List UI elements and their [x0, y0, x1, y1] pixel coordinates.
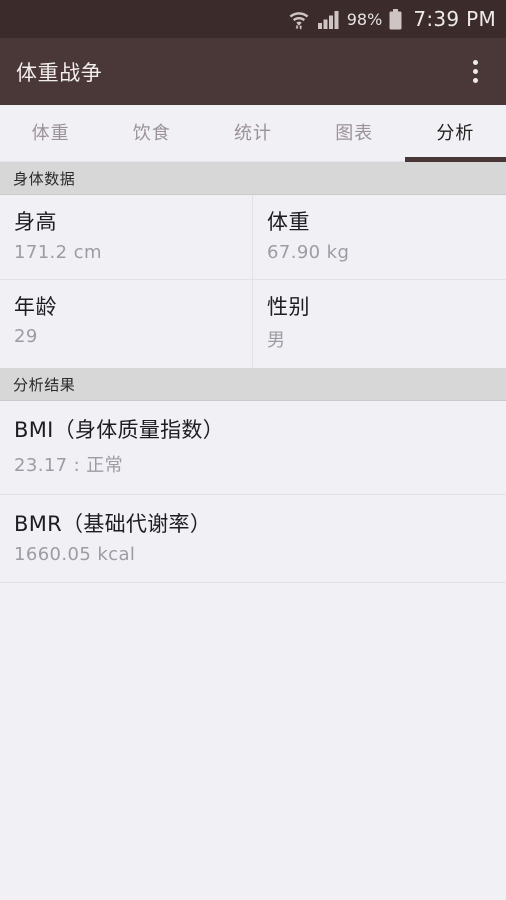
- tab-bar: 体重 饮食 统计 图表 分析: [0, 105, 506, 162]
- result-bmr-title: BMR（基础代谢率）: [14, 511, 212, 536]
- field-age[interactable]: 年龄 29: [0, 279, 253, 369]
- list-end-divider: [0, 582, 506, 584]
- battery-full-icon: [389, 8, 402, 30]
- field-height-label: 身高: [14, 210, 57, 234]
- field-gender-value: 男: [267, 330, 286, 352]
- wifi-with-transfer-arrows-icon: [287, 8, 311, 30]
- tab-analysis[interactable]: 分析: [404, 105, 506, 162]
- tab-charts[interactable]: 图表: [304, 105, 405, 162]
- tab-diet[interactable]: 饮食: [101, 105, 202, 162]
- section-header-analysis-results: 分析结果: [0, 368, 506, 402]
- tab-statistics[interactable]: 统计: [202, 105, 303, 162]
- app-screen: 98% 7:39 PM 体重战争 体重 饮食 统计 图表 分析 身体数据 身高 …: [0, 0, 506, 900]
- battery-percent-label: 98%: [346, 9, 383, 29]
- field-height-value: 171.2 cm: [14, 241, 102, 263]
- status-bar: 98% 7:39 PM: [0, 0, 506, 38]
- app-bar: 体重战争: [0, 38, 506, 105]
- field-weight[interactable]: 体重 67.90 kg: [253, 195, 506, 279]
- field-weight-label: 体重: [267, 210, 310, 234]
- tab-weight[interactable]: 体重: [0, 105, 101, 162]
- body-data-row-2: 年龄 29 性别 男: [0, 278, 506, 369]
- field-weight-value: 67.90 kg: [267, 241, 350, 263]
- page-title: 体重战争: [16, 60, 103, 85]
- tab-bar-divider: [0, 161, 506, 162]
- cellular-signal-icon: [317, 10, 340, 29]
- result-row-bmi[interactable]: BMI（身体质量指数） 23.17 : 正常: [0, 401, 506, 494]
- field-age-label: 年龄: [14, 294, 57, 319]
- field-gender-label: 性别: [267, 294, 310, 319]
- field-height[interactable]: 身高 171.2 cm: [0, 195, 253, 279]
- result-bmi-title: BMI（身体质量指数）: [14, 418, 225, 443]
- result-bmr-value: 1660.05 kcal: [14, 544, 136, 566]
- overflow-menu-icon[interactable]: [458, 52, 492, 92]
- clock-label: 7:39 PM: [413, 7, 496, 31]
- field-gender[interactable]: 性别 男: [253, 280, 506, 369]
- section-header-body-data: 身体数据: [0, 162, 506, 195]
- field-age-value: 29: [14, 326, 38, 348]
- result-row-bmr[interactable]: BMR（基础代谢率） 1660.05 kcal: [0, 493, 506, 583]
- body-data-row-1: 身高 171.2 cm 体重 67.90 kg: [0, 195, 506, 279]
- result-bmi-value: 23.17 : 正常: [14, 454, 124, 476]
